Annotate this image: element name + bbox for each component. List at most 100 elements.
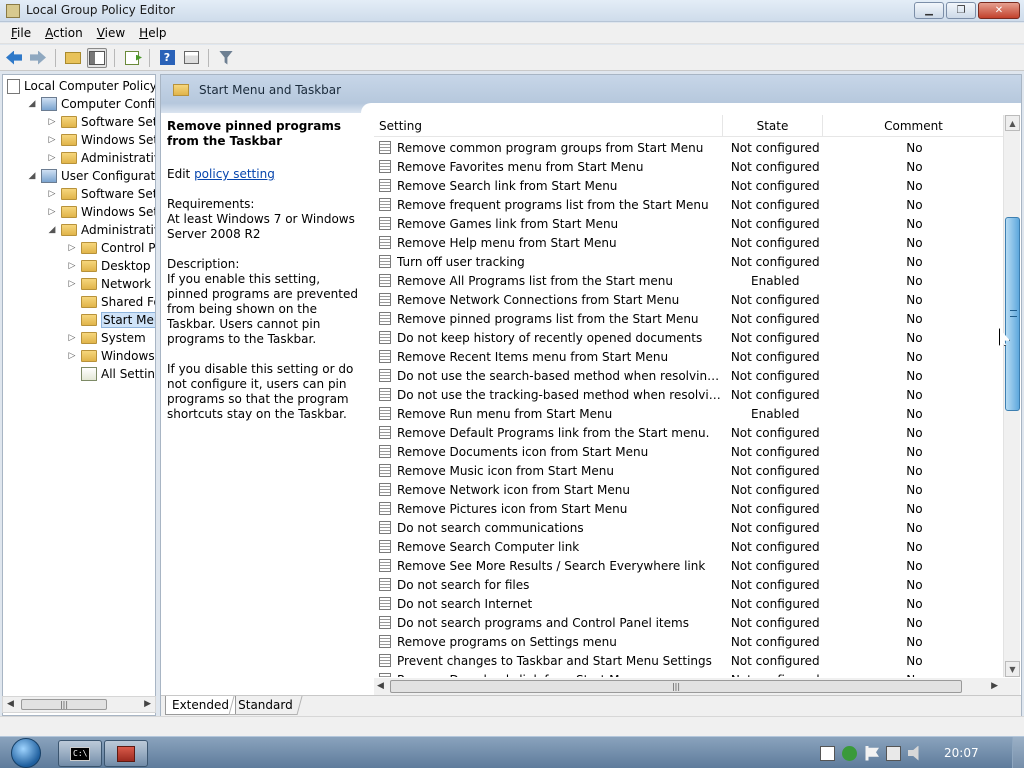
table-row[interactable]: Do not use the search-based method when …	[374, 366, 1004, 385]
taskbar-group-policy-editor[interactable]	[104, 740, 148, 767]
table-row[interactable]: Remove Favorites menu from Start Menu Not…	[374, 157, 1004, 176]
tree-item[interactable]: ◢ Computer Configuration	[27, 95, 155, 113]
table-row[interactable]: Remove common program groups from Start …	[374, 138, 1004, 157]
scroll-left-arrow-icon[interactable]: ◀	[377, 681, 384, 691]
table-row[interactable]: Remove pinned programs list from the Sta…	[374, 309, 1004, 328]
tree-item[interactable]: ▷ Network	[67, 275, 152, 293]
tree-item[interactable]: ▷ Administrative Templates	[47, 149, 155, 167]
tree-horizontal-scrollbar[interactable]: ◀ ||| ▶	[2, 696, 156, 713]
table-row[interactable]: Remove Search Computer link Not configure…	[374, 537, 1004, 556]
table-horizontal-scrollbar[interactable]: ◀ ||| ▶	[374, 678, 1020, 695]
table-row[interactable]: Remove Network icon from Start Menu Not c…	[374, 480, 1004, 499]
table-row[interactable]: Remove Downloads link from Start MenuNot…	[374, 670, 1004, 677]
expand-arrow-icon[interactable]: ▷	[47, 117, 57, 127]
scroll-up-arrow-icon[interactable]: ▲	[1005, 115, 1020, 131]
table-row[interactable]: Remove Search link from Start Menu Not co…	[374, 176, 1004, 195]
taskbar-clock[interactable]: 20:07	[944, 746, 979, 760]
expand-arrow-icon[interactable]: ▷	[67, 261, 77, 271]
export-list-button[interactable]	[122, 48, 142, 68]
table-row[interactable]: Remove Default Programs link from the St…	[374, 423, 1004, 442]
close-button[interactable]: ✕	[978, 2, 1020, 19]
expand-arrow-icon[interactable]: ▷	[47, 153, 57, 163]
table-vertical-scrollbar[interactable]: ▲ ▼	[1003, 115, 1020, 677]
properties-button[interactable]	[181, 48, 201, 68]
expand-arrow-icon[interactable]: ▷	[47, 189, 57, 199]
table-row[interactable]: Remove Games link from Start Menu Not con…	[374, 214, 1004, 233]
tree-scroll-thumb[interactable]: |||	[21, 699, 107, 710]
tab-extended[interactable]: Extended	[165, 696, 236, 715]
table-row[interactable]: Remove All Programs list from the Start …	[374, 271, 1004, 290]
tree-item[interactable]: ▷ System	[67, 329, 146, 347]
menu-action[interactable]: Action	[38, 26, 90, 40]
tree-item[interactable]: Shared Folders	[67, 293, 155, 311]
collapse-arrow-icon[interactable]: ◢	[27, 99, 37, 109]
expand-arrow-icon[interactable]: ▷	[67, 279, 77, 289]
scroll-down-arrow-icon[interactable]: ▼	[1005, 661, 1020, 677]
back-button[interactable]	[4, 48, 24, 68]
tree-item[interactable]: ▷ Windows Settings	[47, 131, 155, 149]
table-row[interactable]: Do not keep history of recently opened d…	[374, 328, 1004, 347]
table-row[interactable]: Remove See More Results / Search Everywh…	[374, 556, 1004, 575]
security-tray-icon[interactable]	[842, 745, 857, 761]
up-one-level-button[interactable]	[63, 48, 83, 68]
table-row[interactable]: Remove Documents icon from Start Menu Not…	[374, 442, 1004, 461]
table-row[interactable]: Prevent changes to Taskbar and Start Men…	[374, 651, 1004, 670]
start-button[interactable]	[4, 737, 48, 768]
tree-item[interactable]: Start Menu and Taskbar	[67, 311, 155, 329]
tree-item[interactable]: ◢ User Configuration	[27, 167, 155, 185]
scroll-right-arrow-icon[interactable]: ▶	[991, 681, 998, 691]
expand-arrow-icon[interactable]: ▷	[47, 135, 57, 145]
table-row[interactable]: Remove programs on Settings menu Not conf…	[374, 632, 1004, 651]
expand-arrow-icon[interactable]: ▷	[67, 351, 77, 361]
tree-item[interactable]: ▷ Software Settings	[47, 185, 155, 203]
policy-setting-link[interactable]: policy setting	[194, 167, 275, 181]
scroll-left-arrow-icon[interactable]: ◀	[7, 699, 14, 709]
collapse-arrow-icon[interactable]: ◢	[27, 171, 37, 181]
column-header-comment[interactable]: Comment	[823, 115, 1004, 137]
help-button[interactable]: ?	[157, 48, 177, 68]
table-hscroll-thumb[interactable]: |||	[390, 680, 962, 693]
restore-button[interactable]: ❐	[946, 2, 976, 19]
table-row[interactable]: Do not search programs and Control Panel…	[374, 613, 1004, 632]
volume-muted-icon[interactable]	[908, 745, 919, 761]
notes-tray-icon[interactable]	[820, 745, 835, 761]
action-center-flag-icon[interactable]	[865, 745, 879, 761]
expand-arrow-icon[interactable]: ▷	[67, 243, 77, 253]
tab-standard[interactable]: Standard	[228, 696, 303, 715]
column-header-state[interactable]: State	[723, 115, 823, 137]
table-row[interactable]: Do not search Internet Not configured No	[374, 594, 1004, 613]
table-row[interactable]: Remove Network Connections from Start Me…	[374, 290, 1004, 309]
tree-item[interactable]: Local Computer Policy	[7, 77, 155, 95]
table-row[interactable]: Remove Music icon from Start Menu Not con…	[374, 461, 1004, 480]
table-row[interactable]: Remove Recent Items menu from Start Menu…	[374, 347, 1004, 366]
table-row[interactable]: Do not use the tracking-based method whe…	[374, 385, 1004, 404]
tree-item[interactable]: ◢ Administrative Templates	[47, 221, 155, 239]
tree-item[interactable]: ▷ Software Settings	[47, 113, 155, 131]
table-row[interactable]: Remove Help menu from Start Menu Not conf…	[374, 233, 1004, 252]
table-row[interactable]: Do not search for files Not configured No	[374, 575, 1004, 594]
tree-pane[interactable]: Local Computer Policy ◢ Computer Configura…	[2, 74, 156, 716]
table-row[interactable]: Remove frequent programs list from the S…	[374, 195, 1004, 214]
collapse-arrow-icon[interactable]: ◢	[47, 225, 57, 235]
tree-item[interactable]: ▷ Desktop	[67, 257, 151, 275]
tree-item[interactable]: All Settings	[67, 365, 155, 383]
tree-item[interactable]: ▷ Windows Components	[67, 347, 155, 365]
forward-button[interactable]	[28, 48, 48, 68]
table-row[interactable]: Remove Pictures icon from Start Menu Not …	[374, 499, 1004, 518]
table-scroll-thumb[interactable]	[1005, 217, 1020, 411]
menu-file[interactable]: File	[4, 26, 38, 40]
tree-item[interactable]: ▷ Windows Settings	[47, 203, 155, 221]
tree-item[interactable]: ▷ Control Panel	[67, 239, 155, 257]
menu-help[interactable]: Help	[132, 26, 173, 40]
taskbar-command-prompt[interactable]: C:\	[58, 740, 102, 767]
expand-arrow-icon[interactable]: ▷	[67, 333, 77, 343]
show-hide-tree-button[interactable]	[87, 47, 107, 68]
network-tray-icon[interactable]	[886, 745, 901, 761]
table-row[interactable]: Remove Run menu from Start Menu Enabled No	[374, 404, 1004, 423]
column-header-setting[interactable]: Setting	[374, 115, 723, 137]
filter-button[interactable]	[216, 48, 236, 68]
table-row[interactable]: Turn off user tracking Not configured No	[374, 252, 1004, 271]
show-desktop-button[interactable]	[1012, 737, 1024, 768]
minimize-button[interactable]: ▁	[914, 2, 944, 19]
expand-arrow-icon[interactable]: ▷	[47, 207, 57, 217]
